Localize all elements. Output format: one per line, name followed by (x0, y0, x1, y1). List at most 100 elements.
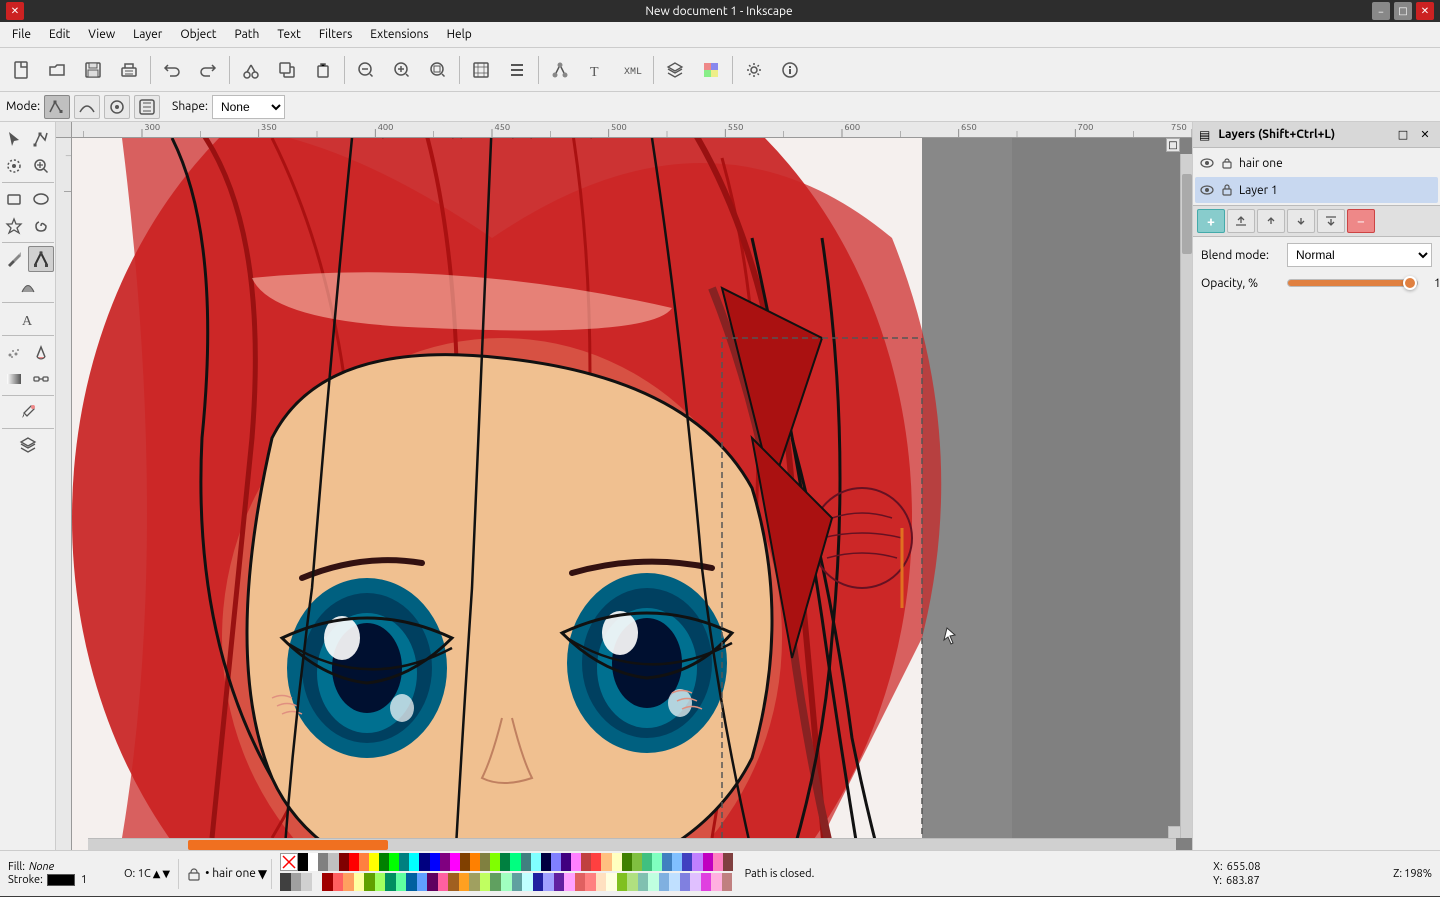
palette-swatch-16[interactable] (460, 853, 470, 871)
fill-tool-button[interactable] (28, 339, 54, 365)
palette-swatch-r2-37[interactable] (669, 873, 680, 891)
zoom-out-button[interactable] (349, 53, 383, 87)
opacity-stepper-up[interactable]: ▲ (153, 868, 161, 880)
zoom-in-button[interactable] (385, 53, 419, 87)
palette-swatch-r2-0[interactable] (280, 873, 291, 891)
add-layer-button[interactable]: + (1197, 209, 1225, 233)
palette-swatch-24[interactable] (541, 853, 551, 871)
palette-swatch-1[interactable] (308, 853, 318, 871)
open-button[interactable] (40, 53, 74, 87)
align-button[interactable] (500, 53, 534, 87)
palette-swatch-36[interactable] (662, 853, 672, 871)
pen-tool-button[interactable] (28, 246, 54, 272)
menu-filters[interactable]: Filters (311, 26, 360, 43)
palette-swatch-28[interactable] (581, 853, 591, 871)
palette-swatch-9[interactable] (389, 853, 399, 871)
node-editor-button[interactable] (543, 53, 577, 87)
palette-swatch-32[interactable] (622, 853, 632, 871)
palette-swatch-r2-27[interactable] (564, 873, 575, 891)
palette-swatch-r2-39[interactable] (690, 873, 701, 891)
copy-button[interactable] (270, 53, 304, 87)
palette-swatch-6[interactable] (359, 853, 369, 871)
palette-swatch-r2-25[interactable] (543, 873, 554, 891)
palette-swatch-r2-16[interactable] (448, 873, 459, 891)
layers-panel-expand[interactable]: □ (1394, 126, 1412, 144)
rect-tool-button[interactable] (1, 186, 27, 212)
palette-swatch-25[interactable] (551, 853, 561, 871)
sequence-mode-button[interactable] (134, 95, 160, 119)
palette-swatch-r2-38[interactable] (680, 873, 691, 891)
xml-editor-button[interactable]: XML (615, 53, 649, 87)
palette-swatch-42[interactable] (723, 853, 733, 871)
palette-swatch-4[interactable] (339, 853, 349, 871)
node-tool-button[interactable] (28, 126, 54, 152)
layer-item-layer1[interactable]: Layer 1 (1195, 177, 1438, 203)
palette-swatch-33[interactable] (632, 853, 642, 871)
bezier-mode-button[interactable] (44, 95, 70, 119)
palette-swatch-2[interactable] (318, 853, 328, 871)
layer-lower-button[interactable] (1287, 209, 1315, 233)
menu-help[interactable]: Help (439, 26, 480, 43)
palette-swatch-22[interactable] (521, 853, 531, 871)
palette-swatch-12[interactable] (419, 853, 429, 871)
palette-swatch-r2-36[interactable] (659, 873, 670, 891)
layer-lock-layer1[interactable] (1219, 182, 1235, 198)
canvas-viewport[interactable]: □ (72, 138, 1192, 850)
opacity-slider[interactable] (1287, 279, 1418, 287)
palette-swatch-r2-20[interactable] (490, 873, 501, 891)
zoom-tool-button[interactable] (28, 153, 54, 179)
palette-swatch-r2-17[interactable] (459, 873, 470, 891)
palette-swatch-r2-9[interactable] (375, 873, 386, 891)
text-tool-btn[interactable]: A (15, 306, 41, 332)
palette-swatch-r2-28[interactable] (575, 873, 586, 891)
menu-path[interactable]: Path (227, 26, 268, 43)
palette-swatch-r2-35[interactable] (648, 873, 659, 891)
menu-layer[interactable]: Layer (125, 26, 170, 43)
layers-panel-close[interactable]: ✕ (1416, 126, 1434, 144)
delete-layer-button[interactable]: − (1347, 209, 1375, 233)
transform-button[interactable] (464, 53, 498, 87)
palette-swatch-r2-33[interactable] (627, 873, 638, 891)
stroke-color-swatch[interactable] (47, 874, 75, 886)
palette-swatch-13[interactable] (430, 853, 440, 871)
palette-swatch-r2-2[interactable] (301, 873, 312, 891)
palette-swatch-r2-29[interactable] (585, 873, 596, 891)
palette-swatch-19[interactable] (490, 853, 500, 871)
palette-swatch-r2-15[interactable] (438, 873, 449, 891)
palette-swatch-r2-14[interactable] (427, 873, 438, 891)
menu-object[interactable]: Object (172, 26, 224, 43)
palette-swatch-5[interactable] (349, 853, 359, 871)
menu-extensions[interactable]: Extensions (362, 26, 436, 43)
paste-button[interactable] (306, 53, 340, 87)
canvas-area[interactable]: 300 350 400 450 500 550 (56, 122, 1192, 850)
palette-swatch-34[interactable] (642, 853, 652, 871)
palette-swatch-r2-7[interactable] (354, 873, 365, 891)
palette-swatch-r2-42[interactable] (722, 873, 733, 891)
palette-swatch-r2-1[interactable] (291, 873, 302, 891)
palette-swatch-30[interactable] (601, 853, 611, 871)
menu-text[interactable]: Text (269, 26, 309, 43)
palette-swatch-r2-3[interactable] (312, 873, 323, 891)
palette-swatch-8[interactable] (379, 853, 389, 871)
h-scroll-thumb[interactable] (188, 840, 388, 850)
palette-swatch-r2-18[interactable] (469, 873, 480, 891)
palette-swatch-23[interactable] (531, 853, 541, 871)
zoom-fit-button[interactable] (421, 53, 455, 87)
palette-swatch-r2-8[interactable] (364, 873, 375, 891)
layer-visibility-toggle-layer1[interactable] (1199, 182, 1215, 198)
palette-swatch-29[interactable] (591, 853, 601, 871)
palette-swatch-r2-24[interactable] (533, 873, 544, 891)
save-button[interactable] (76, 53, 110, 87)
circle-tool-button[interactable] (28, 186, 54, 212)
palette-swatch-20[interactable] (500, 853, 510, 871)
palette-swatch-18[interactable] (480, 853, 490, 871)
layer-raise-button[interactable] (1257, 209, 1285, 233)
redo-button[interactable] (191, 53, 225, 87)
close-button2[interactable]: ✕ (1416, 2, 1434, 20)
palette-swatch-r2-31[interactable] (606, 873, 617, 891)
palette-swatch-r2-6[interactable] (343, 873, 354, 891)
layers-button[interactable] (658, 53, 692, 87)
layer-dropdown-icon[interactable]: ▼ (258, 867, 267, 881)
layer-visibility-toggle-hair[interactable] (1199, 155, 1215, 171)
undo-button[interactable] (155, 53, 189, 87)
